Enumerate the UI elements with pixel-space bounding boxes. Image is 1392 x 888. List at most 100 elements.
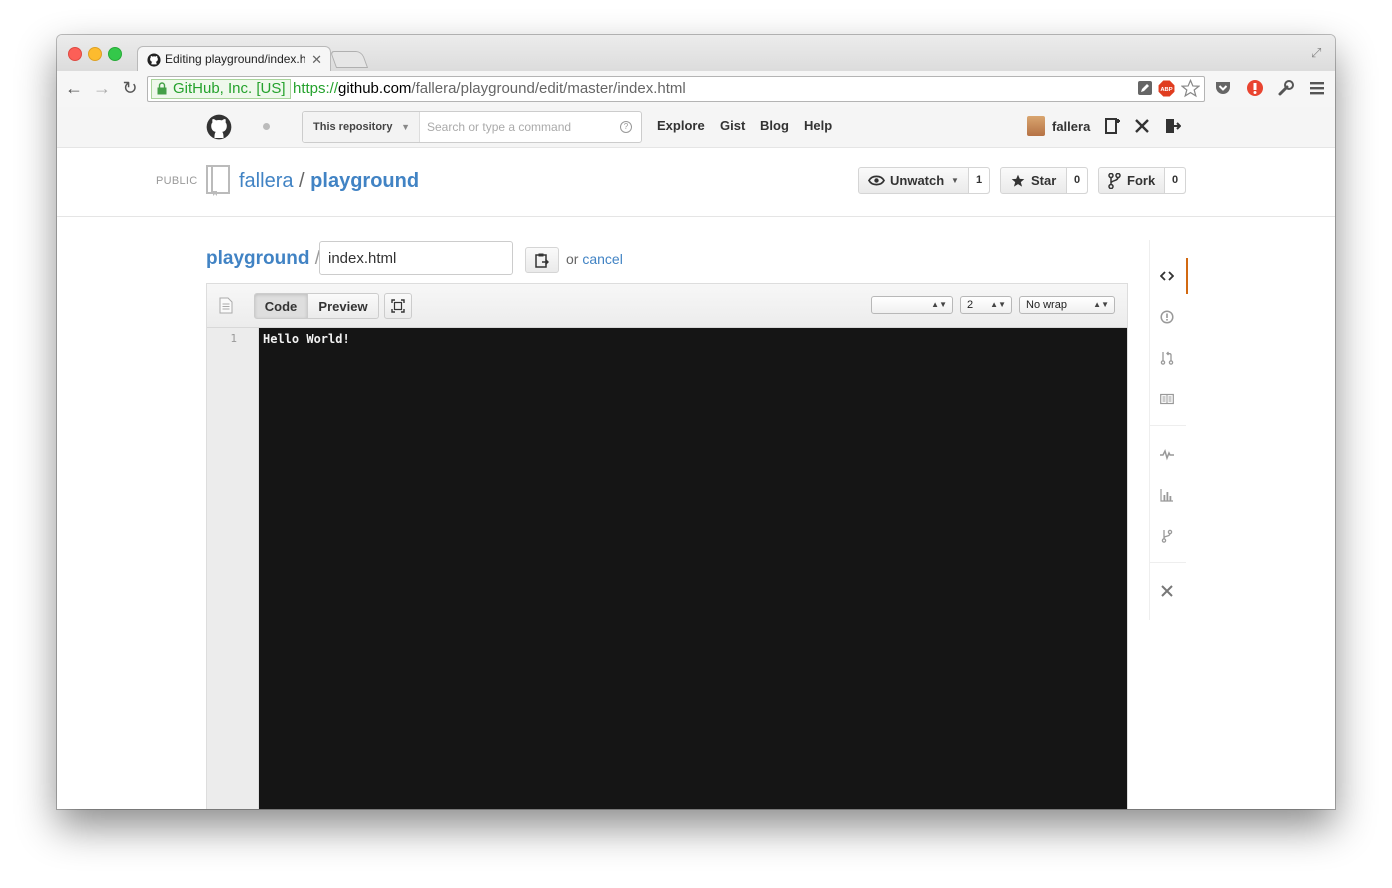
code-editor: Code Preview ▲▼ 2 ▲▼ No wrap ▲▼ 1 Hello … xyxy=(206,283,1128,809)
pencil-icon[interactable] xyxy=(1137,80,1153,96)
nav-link-blog[interactable]: Blog xyxy=(760,107,789,145)
line-gutter: 1 xyxy=(207,328,259,809)
sidebar-item-code[interactable] xyxy=(1150,258,1188,294)
forward-arrow-icon[interactable]: → xyxy=(92,78,112,98)
forks-count[interactable]: 0 xyxy=(1164,168,1185,193)
indent-size-select[interactable]: 2 ▲▼ xyxy=(960,296,1012,314)
sign-out-icon[interactable] xyxy=(1163,117,1181,135)
fullscreen-icon[interactable]: ⤢ xyxy=(1311,45,1325,60)
github-logo-icon[interactable] xyxy=(206,114,232,140)
sidebar-item-network[interactable] xyxy=(1150,518,1186,554)
file-icon[interactable] xyxy=(219,297,233,314)
clipboard-button[interactable] xyxy=(525,247,559,273)
search-scope-label: This repository xyxy=(313,121,393,133)
search-input[interactable]: Search or type a command xyxy=(427,112,571,142)
bookmark-star-icon[interactable] xyxy=(1181,79,1200,98)
star-label: Star xyxy=(1031,173,1057,188)
browser-toolbar: ← → ↻ GitHub, Inc. [US] https://github.c… xyxy=(57,71,1335,108)
new-repo-icon[interactable] xyxy=(1103,117,1121,135)
fork-label: Fork xyxy=(1127,173,1156,188)
sidebar-item-graphs[interactable] xyxy=(1150,477,1186,513)
issue-icon xyxy=(1160,310,1174,324)
filename-field[interactable] xyxy=(319,241,513,275)
settings-tools-icon[interactable] xyxy=(1133,117,1151,135)
cancel-area: or cancel xyxy=(566,251,623,267)
sidebar-item-pull-requests[interactable] xyxy=(1150,340,1186,376)
chevron-down-icon: ▼ xyxy=(401,122,410,132)
sidebar-item-pulse[interactable] xyxy=(1150,436,1186,472)
indent-size-value: 2 xyxy=(967,299,974,311)
cancel-link[interactable]: cancel xyxy=(582,251,622,267)
nav-link-help[interactable]: Help xyxy=(804,107,832,145)
fullscreen-editor-button[interactable] xyxy=(384,293,412,319)
tab-title: Editing playground/index.h xyxy=(165,52,305,66)
wrap-mode-select[interactable]: No wrap ▲▼ xyxy=(1019,296,1115,314)
ev-certificate-badge[interactable]: GitHub, Inc. [US] xyxy=(151,79,291,99)
minimize-window-button[interactable] xyxy=(88,47,102,61)
url-text[interactable]: https://github.com/fallera/playground/ed… xyxy=(293,77,686,101)
svg-text:ABP: ABP xyxy=(1160,87,1172,93)
url-path: /fallera/playground/edit/master/index.ht… xyxy=(411,80,686,97)
star-button[interactable]: Star 0 xyxy=(1000,167,1088,194)
code-line[interactable]: Hello World! xyxy=(263,332,350,346)
adblock-icon[interactable]: ABP xyxy=(1158,80,1175,97)
breadcrumb: playground / xyxy=(206,246,320,272)
repo-name-link[interactable]: playground xyxy=(310,170,419,192)
expand-icon xyxy=(391,299,405,313)
unwatch-label: Unwatch xyxy=(890,173,945,188)
fork-icon xyxy=(1108,173,1121,189)
sidebar-item-issues[interactable] xyxy=(1150,299,1186,335)
close-window-button[interactable] xyxy=(68,47,82,61)
url-host: github.com xyxy=(338,80,412,97)
watchers-count[interactable]: 1 xyxy=(968,168,989,193)
menu-icon[interactable] xyxy=(1308,79,1326,97)
graph-icon xyxy=(1160,489,1173,502)
stars-count[interactable]: 0 xyxy=(1066,168,1087,193)
unwatch-button[interactable]: Unwatch ▼ 1 xyxy=(858,167,990,194)
code-textarea[interactable]: Hello World! xyxy=(259,328,1127,809)
reload-icon[interactable]: ↻ xyxy=(120,78,140,98)
repo-header: PUBLIC fallera / playground Unwatch ▼ 1 … xyxy=(57,148,1335,217)
code-icon xyxy=(1160,271,1174,281)
zoom-window-button[interactable] xyxy=(108,47,122,61)
select-arrows-icon: ▲▼ xyxy=(931,300,947,309)
tab-close-icon[interactable]: ✕ xyxy=(311,47,322,72)
select-arrows-icon: ▲▼ xyxy=(1093,300,1109,309)
help-icon[interactable]: ? xyxy=(620,121,632,133)
new-tab-button[interactable] xyxy=(329,51,369,68)
tab-code[interactable]: Code xyxy=(254,293,308,319)
avatar[interactable] xyxy=(1027,116,1045,136)
lock-icon xyxy=(157,82,167,95)
eye-icon xyxy=(868,175,885,186)
sidebar-item-wiki[interactable] xyxy=(1150,381,1186,417)
username[interactable]: fallera xyxy=(1052,116,1090,138)
repo-separator: / xyxy=(299,170,305,192)
browser-tab[interactable]: Editing playground/index.h ✕ xyxy=(137,46,331,72)
notification-dot-icon[interactable] xyxy=(263,123,270,130)
search-box[interactable]: This repository ▼ Search or type a comma… xyxy=(302,111,642,143)
editor-toolbar: Code Preview ▲▼ 2 ▲▼ No wrap ▲▼ xyxy=(207,284,1127,328)
tab-preview[interactable]: Preview xyxy=(307,293,379,319)
nav-link-gist[interactable]: Gist xyxy=(720,107,745,145)
fork-button[interactable]: Fork 0 xyxy=(1098,167,1186,194)
clipboard-icon xyxy=(535,253,549,268)
wrench-icon[interactable] xyxy=(1277,79,1295,97)
nav-link-explore[interactable]: Explore xyxy=(657,107,705,145)
address-bar[interactable]: GitHub, Inc. [US] https://github.com/fal… xyxy=(147,76,1205,102)
breadcrumb-root-link[interactable]: playground xyxy=(206,248,309,269)
repo-icon xyxy=(206,165,230,196)
sidebar-item-settings[interactable] xyxy=(1150,573,1186,609)
select-arrows-icon: ▲▼ xyxy=(990,300,1006,309)
pulse-icon xyxy=(1160,448,1174,461)
lastpass-icon[interactable] xyxy=(1246,79,1264,97)
pull-request-icon xyxy=(1160,351,1174,365)
sidebar-divider xyxy=(1150,425,1186,426)
pocket-icon[interactable] xyxy=(1214,79,1232,97)
repo-side-nav xyxy=(1149,240,1188,620)
indent-mode-select[interactable]: ▲▼ xyxy=(871,296,953,314)
tools-icon xyxy=(1161,585,1173,597)
repo-owner-link[interactable]: fallera xyxy=(239,170,293,192)
back-arrow-icon[interactable]: ← xyxy=(64,78,84,98)
sidebar-divider xyxy=(1150,562,1186,563)
search-scope-dropdown[interactable]: This repository ▼ xyxy=(303,112,420,142)
